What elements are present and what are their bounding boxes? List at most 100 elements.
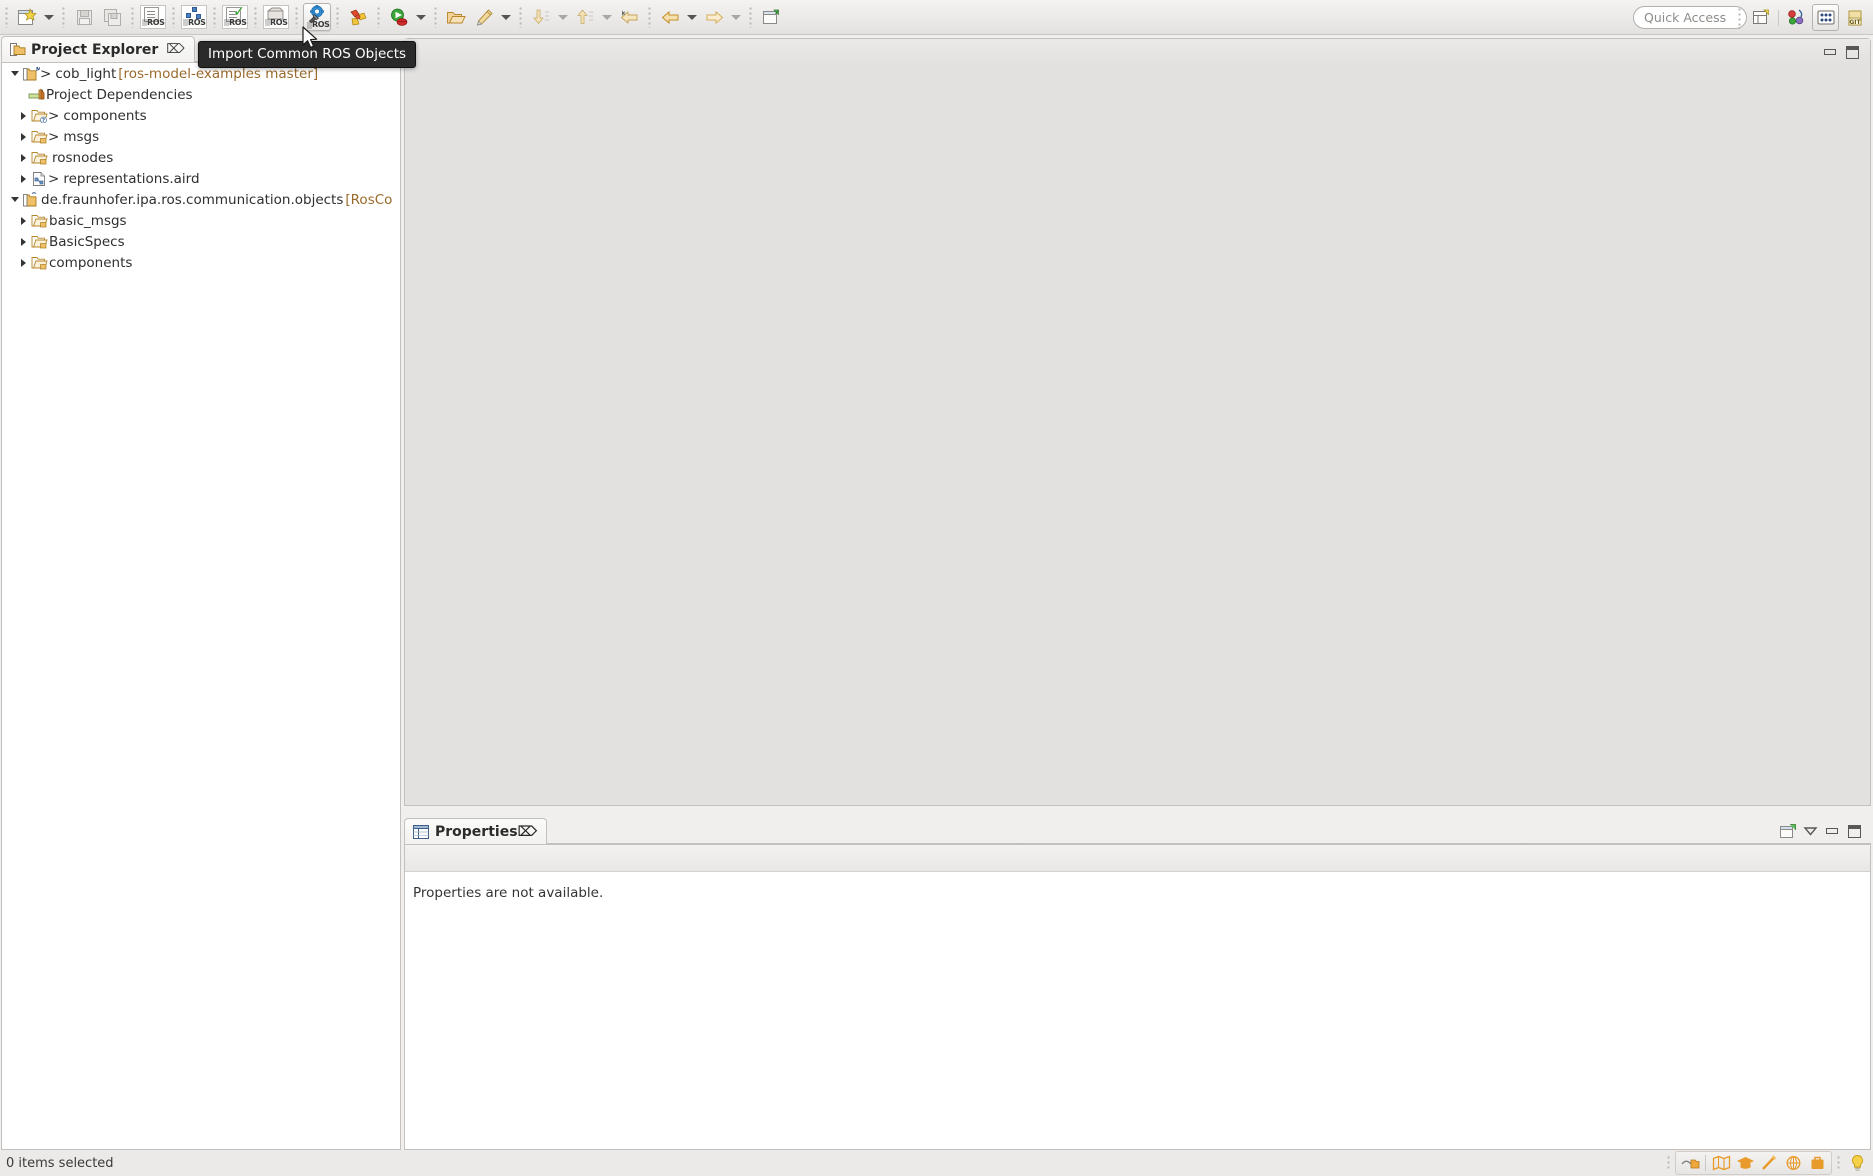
- status-bar-right: [1662, 1151, 1869, 1175]
- status-tip-icon[interactable]: [1845, 1152, 1869, 1174]
- status-icon-group: [1675, 1151, 1832, 1175]
- project-explorer-view: Project Explorer ⌦ M > cob_light [ros-mo…: [1, 36, 401, 1150]
- close-icon[interactable]: ⌦: [166, 42, 184, 57]
- new-dropdown[interactable]: [41, 4, 57, 30]
- tree-item-msgs[interactable]: > msgs: [2, 126, 400, 147]
- chevron-down-icon: [558, 14, 568, 20]
- back-star-arrow-icon: [620, 9, 637, 24]
- close-icon[interactable]: ⌦: [518, 824, 538, 840]
- editor-maximize-button[interactable]: [1841, 41, 1863, 63]
- toolbar-separator: [1738, 6, 1741, 29]
- chevron-down-icon: [44, 14, 54, 20]
- svg-text:M: M: [36, 67, 40, 73]
- chevron-down-icon: [416, 14, 426, 20]
- tab-project-explorer[interactable]: Project Explorer ⌦: [1, 36, 195, 62]
- twisty-collapsed-icon[interactable]: [16, 216, 30, 225]
- main-toolbar: ROS ROS ✓ ROS ROS ROS Quick Access GIT: [0, 0, 1873, 35]
- svg-text:?: ?: [41, 118, 44, 123]
- new-ros-model-button[interactable]: ROS: [180, 3, 208, 31]
- folder-icon: [30, 234, 48, 249]
- open-resource-button[interactable]: [442, 3, 470, 31]
- tree-item-label: cob_light: [55, 65, 117, 82]
- folder-icon: [30, 150, 48, 165]
- tree-item-label: components: [49, 254, 133, 271]
- save-button[interactable]: [70, 3, 98, 31]
- chevron-down-icon: [602, 14, 612, 20]
- toolbar-separator: [519, 6, 522, 28]
- status-globe-icon[interactable]: [1781, 1152, 1805, 1174]
- tree-item-components-2[interactable]: components: [2, 252, 400, 273]
- briefcase-icon: [1811, 1156, 1823, 1169]
- status-wand-icon[interactable]: [1757, 1152, 1781, 1174]
- twisty-expanded-icon[interactable]: [8, 197, 22, 202]
- ros-package-set-button[interactable]: ROS: [262, 3, 290, 31]
- svg-text:GIT: GIT: [1849, 19, 1861, 26]
- twisty-collapsed-icon[interactable]: [16, 153, 30, 162]
- globe-icon: [1786, 1156, 1800, 1170]
- tree-item-components-1[interactable]: ? > components: [2, 105, 400, 126]
- previous-annotation-button[interactable]: [571, 3, 599, 31]
- pin-view-icon: [1780, 823, 1796, 838]
- tree-item-de-fraunhofer-ipa-ros-communication-objects[interactable]: de.fraunhofer.ipa.ros.communication.obje…: [2, 189, 400, 210]
- external-tools-button[interactable]: [344, 3, 372, 31]
- last-edit-location-button[interactable]: [615, 3, 643, 31]
- properties-menu-button[interactable]: [1799, 820, 1821, 842]
- tree-item-BasicSpecs[interactable]: BasicSpecs: [2, 231, 400, 252]
- tab-properties[interactable]: Properties ⌦: [404, 818, 548, 844]
- pin-editor-dropdown[interactable]: [498, 4, 514, 30]
- back-button[interactable]: [656, 3, 684, 31]
- import-common-ros-objects-button[interactable]: ROS: [303, 3, 331, 31]
- properties-pin-button[interactable]: [1777, 820, 1799, 842]
- status-build-icon[interactable]: [1678, 1152, 1702, 1174]
- back-dropdown[interactable]: [684, 4, 700, 30]
- tree-item-representations-aird[interactable]: > representations.aird: [2, 168, 400, 189]
- status-separator: [1837, 1155, 1840, 1171]
- new-window-button[interactable]: [757, 3, 785, 31]
- perspective-ros-button[interactable]: [1783, 4, 1810, 31]
- forward-arrow-icon: [706, 10, 723, 24]
- validate-ros-button[interactable]: ✓ ROS: [221, 3, 249, 31]
- status-briefcase-icon[interactable]: [1805, 1152, 1829, 1174]
- properties-minimize-button[interactable]: [1821, 820, 1843, 842]
- chevron-down-icon: [731, 14, 741, 20]
- quick-access-placeholder: Quick Access: [1644, 10, 1727, 25]
- twisty-collapsed-icon[interactable]: [16, 111, 30, 120]
- previous-annotation-dropdown[interactable]: [599, 4, 615, 30]
- new-ros-package-button[interactable]: ROS: [139, 3, 167, 31]
- forward-dropdown[interactable]: [728, 4, 744, 30]
- open-perspective-button[interactable]: [1747, 4, 1774, 31]
- open-folder-icon: [447, 11, 466, 23]
- next-annotation-dropdown[interactable]: [555, 4, 571, 30]
- tree-item-rosnodes[interactable]: rosnodes: [2, 147, 400, 168]
- status-map-icon[interactable]: [1709, 1152, 1733, 1174]
- editor-area[interactable]: [404, 38, 1871, 806]
- twisty-expanded-icon[interactable]: [8, 71, 22, 76]
- run-button[interactable]: [385, 3, 413, 31]
- save-all-icon: [103, 8, 121, 26]
- save-all-button[interactable]: [98, 3, 126, 31]
- editor-minimize-button[interactable]: [1819, 41, 1841, 63]
- next-annotation-button[interactable]: [527, 3, 555, 31]
- tree-prefix: >: [48, 107, 60, 124]
- twisty-collapsed-icon[interactable]: [16, 132, 30, 141]
- project-explorer-tree[interactable]: M > cob_light [ros-model-examples master…: [1, 62, 401, 1150]
- new-wizard-button[interactable]: [13, 3, 41, 31]
- tree-item-project-dependencies[interactable]: Project Dependencies: [2, 84, 400, 105]
- pin-editor-button[interactable]: [470, 3, 498, 31]
- toolbar-separator: [749, 6, 752, 28]
- tree-item-basic_msgs[interactable]: basic_msgs: [2, 210, 400, 231]
- status-separator: [1667, 1155, 1670, 1171]
- run-dropdown[interactable]: [413, 4, 429, 30]
- perspective-git-button[interactable]: GIT: [1841, 4, 1868, 31]
- git-icon: GIT: [1848, 10, 1861, 26]
- twisty-collapsed-icon[interactable]: [16, 258, 30, 267]
- perspective-resource-button[interactable]: [1812, 4, 1839, 31]
- perspective-divider: [1778, 9, 1779, 26]
- quick-access-field[interactable]: Quick Access: [1633, 6, 1747, 29]
- forward-button[interactable]: [700, 3, 728, 31]
- properties-maximize-button[interactable]: [1843, 820, 1865, 842]
- ros-package-icon: ROS: [263, 5, 289, 29]
- status-graduation-icon[interactable]: [1733, 1152, 1757, 1174]
- twisty-collapsed-icon[interactable]: [16, 237, 30, 246]
- twisty-collapsed-icon[interactable]: [16, 174, 30, 183]
